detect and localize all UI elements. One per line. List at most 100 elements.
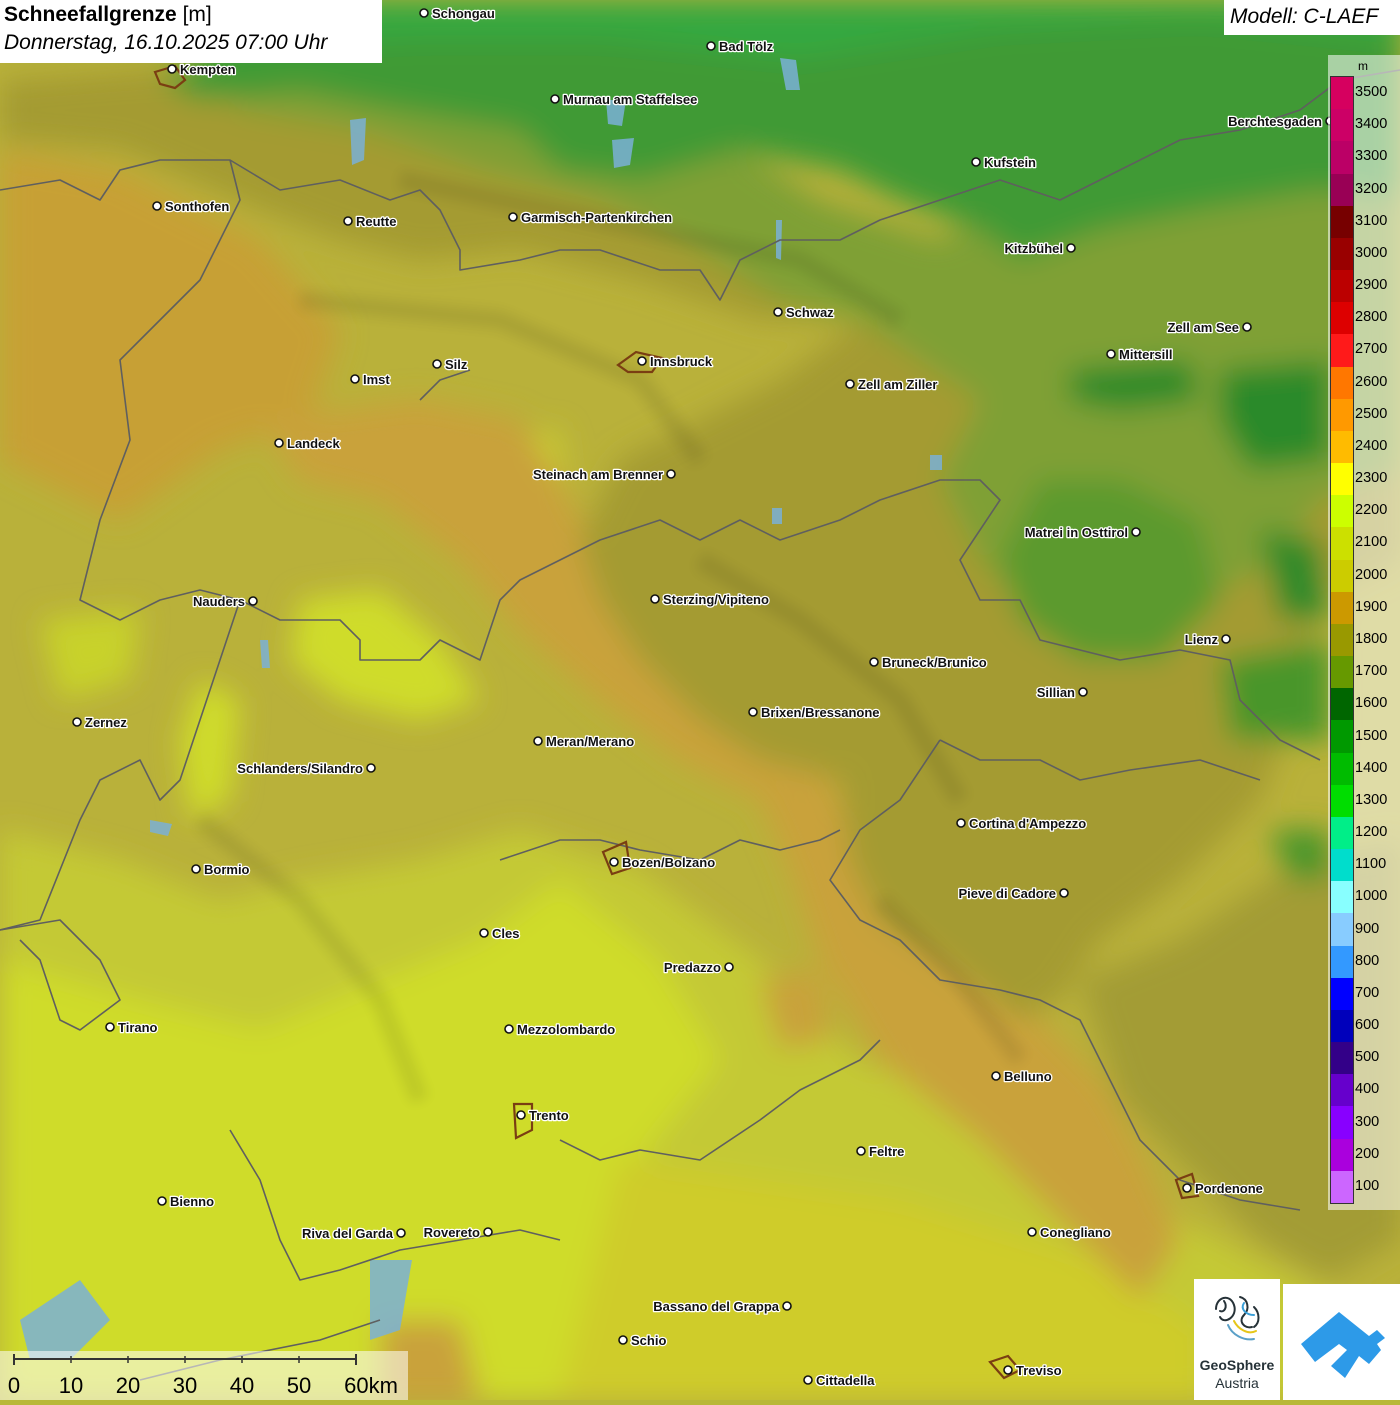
legend-swatch [1331, 1138, 1353, 1172]
city-marker [516, 1110, 526, 1120]
legend-swatch [1331, 302, 1353, 335]
city-label: Sonthofen [165, 199, 229, 214]
legend-label: 1500 [1355, 727, 1388, 744]
legend-label: 400 [1355, 1081, 1380, 1098]
city-label: Murnau am Staffelsee [563, 92, 697, 107]
city-label: Reutte [356, 214, 396, 229]
city-marker [479, 928, 489, 938]
legend-swatch [1331, 109, 1353, 142]
legend-swatch [1331, 720, 1353, 754]
city-label: Silz [445, 357, 468, 372]
city-marker [248, 596, 258, 606]
city-label: Rovereto [424, 1225, 480, 1240]
legend-label: 900 [1355, 920, 1380, 937]
logo-name-line2: Austria [1215, 1375, 1259, 1391]
city-label: Riva del Garda [302, 1226, 394, 1241]
city-label: Trento [529, 1108, 569, 1123]
legend-swatch [1331, 1074, 1353, 1107]
legend-label: 2000 [1355, 566, 1388, 583]
variable-name: Schneefallgrenze [4, 3, 177, 26]
legend-swatch [1331, 398, 1353, 432]
legend-swatch [1331, 1042, 1353, 1075]
legend-label: 3400 [1355, 116, 1388, 133]
city-label: Nauders [193, 594, 245, 609]
app-logo-icon [1301, 1312, 1385, 1378]
legend-label: 3000 [1355, 244, 1388, 261]
city-label: Pordenone [1195, 1181, 1263, 1196]
legend-label: 3500 [1355, 84, 1388, 101]
legend-label: 2100 [1355, 534, 1388, 551]
legend-swatch [1331, 591, 1353, 625]
city-marker [1221, 634, 1231, 644]
legend-label: 1300 [1355, 791, 1388, 808]
city-marker [1106, 349, 1116, 359]
legend-label: 500 [1355, 1049, 1380, 1066]
legend-label: 3100 [1355, 212, 1388, 229]
city-label: Conegliano [1040, 1225, 1111, 1240]
legend-label: 2200 [1355, 502, 1388, 519]
legend-label: 1400 [1355, 759, 1388, 776]
snowfall-line-map[interactable]: Schongau Bad Tölz Kempten Murnau am Staffel… [0, 0, 1400, 1400]
city-marker [618, 1335, 628, 1345]
model-label: Modell: C-LAEF [1230, 5, 1379, 28]
legend-label: 1600 [1355, 695, 1388, 712]
city-marker [419, 8, 429, 18]
city-marker [157, 1196, 167, 1206]
legend-label: 600 [1355, 1017, 1380, 1034]
city-label: Cortina d'Ampezzo [969, 816, 1086, 831]
city-marker [869, 657, 879, 667]
scale-label: 40 [229, 1373, 255, 1398]
city-marker [167, 64, 177, 74]
legend-swatch [1331, 688, 1353, 721]
legend-swatch [1331, 1106, 1353, 1140]
city-marker [366, 763, 376, 773]
city-label: Bad Tölz [719, 39, 774, 54]
geosphere-logo[interactable]: GeoSphere Austria [1194, 1279, 1280, 1400]
app-logo[interactable] [1283, 1284, 1400, 1400]
city-label: Belluno [1004, 1069, 1052, 1084]
city-label: Landeck [287, 436, 341, 451]
city-label: Zell am See [1167, 320, 1239, 335]
city-marker [105, 1022, 115, 1032]
unit-label: [m] [182, 3, 212, 26]
legend-label: 1800 [1355, 631, 1388, 647]
scale-bar: 0 10 20 30 40 50 60km [0, 1351, 408, 1400]
city-marker [343, 216, 353, 226]
city-marker [504, 1024, 514, 1034]
city-label: Mezzolombardo [517, 1022, 615, 1037]
city-marker [856, 1146, 866, 1156]
legend-swatch [1331, 945, 1353, 979]
legend-label: 700 [1355, 984, 1380, 1001]
legend-swatch [1331, 881, 1353, 914]
legend-label: 100 [1355, 1177, 1380, 1194]
legend-swatch [1331, 656, 1353, 689]
title-panel: Schneefallgrenze [m] Donnerstag, 16.10.2… [0, 0, 382, 63]
legend-swatch [1331, 173, 1353, 207]
legend-swatch [1331, 270, 1353, 303]
city-marker [550, 94, 560, 104]
city-marker [1078, 687, 1088, 697]
city-label: Tirano [118, 1020, 158, 1035]
legend-swatch [1331, 559, 1353, 593]
city-marker [724, 962, 734, 972]
legend-swatch [1331, 784, 1353, 818]
legend-swatch [1331, 849, 1353, 882]
city-label: Pieve di Cadore [958, 886, 1056, 901]
city-label: Cles [492, 926, 519, 941]
city-marker [773, 307, 783, 317]
city-marker [152, 201, 162, 211]
legend-label: 1100 [1355, 856, 1387, 873]
legend-unit: m [1358, 59, 1368, 73]
city-label: Sterzing/Vipiteno [663, 592, 769, 607]
color-legend [1330, 76, 1354, 1204]
legend-swatch [1331, 334, 1353, 368]
legend-swatch [1331, 1009, 1353, 1043]
legend-label: 1900 [1355, 598, 1388, 615]
city-marker [1066, 243, 1076, 253]
scale-label: 0 [7, 1373, 21, 1398]
city-marker [1003, 1365, 1013, 1375]
legend-swatch [1331, 913, 1353, 947]
city-label: Imst [363, 372, 390, 387]
legend-swatch [1331, 816, 1353, 850]
city-label: Bassano del Grappa [653, 1299, 779, 1314]
